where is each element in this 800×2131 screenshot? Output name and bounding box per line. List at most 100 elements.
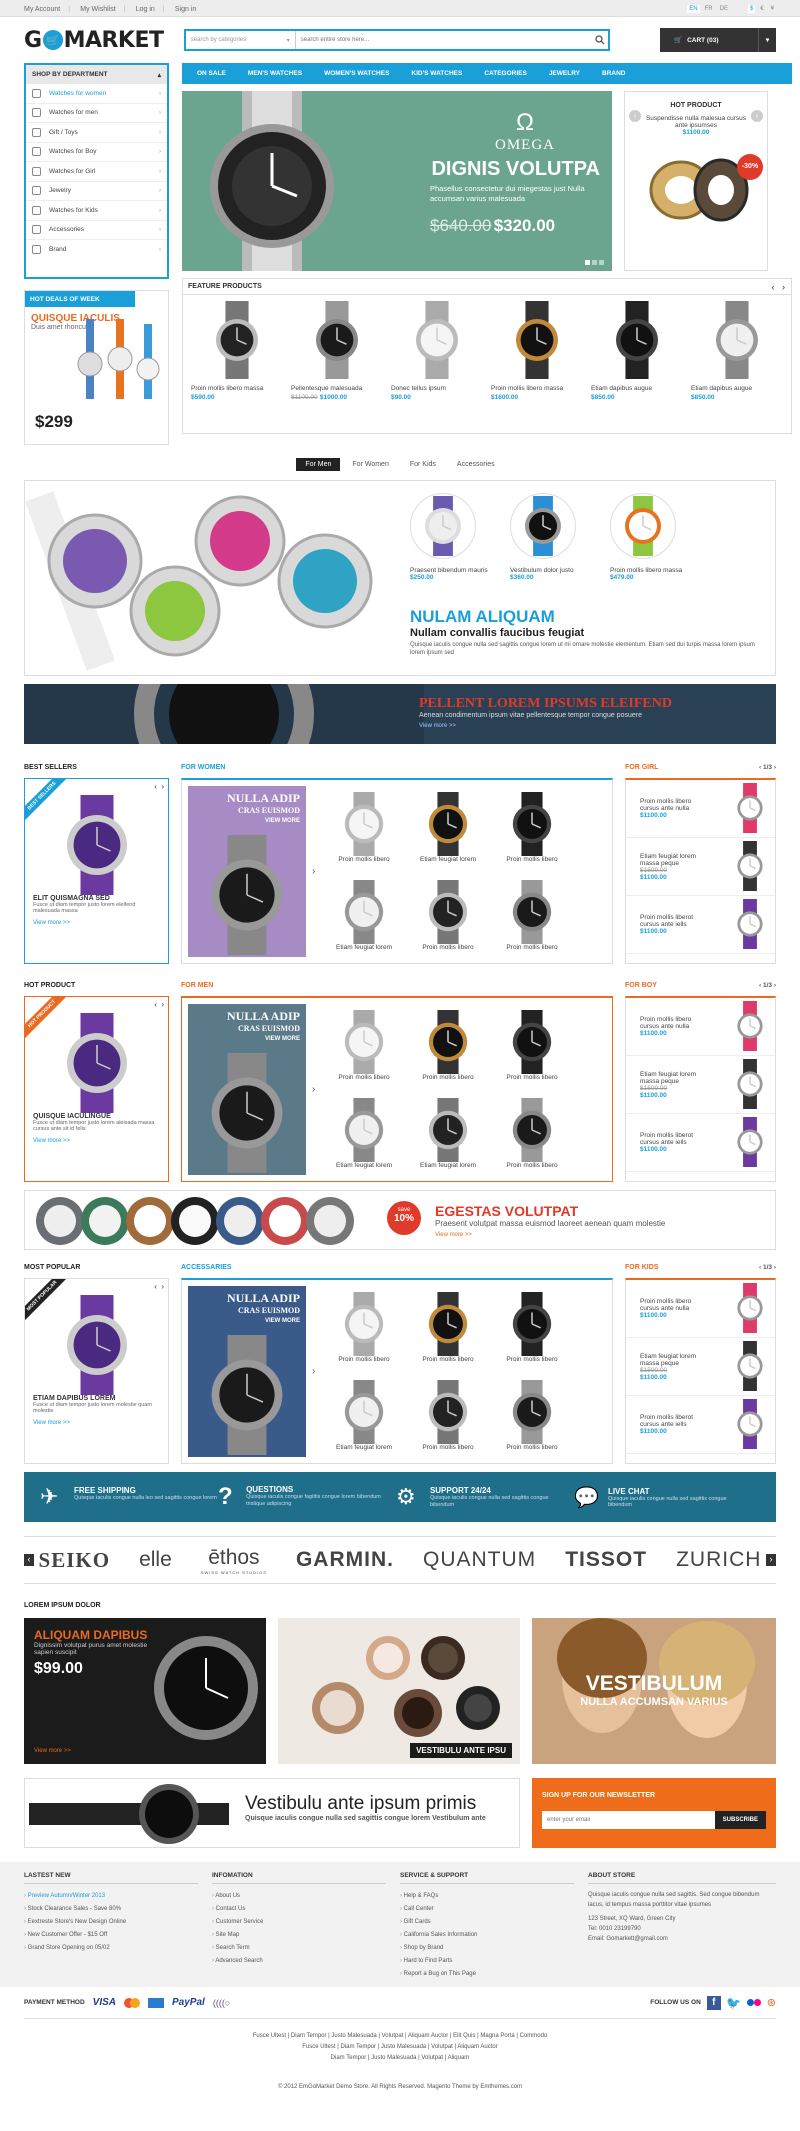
menu-kids-watches[interactable]: KID'S WATCHES [400,70,473,77]
search-input[interactable] [295,31,592,49]
product-item[interactable]: Donec tellus ipsum $90.00 [387,301,487,401]
banner-vestibulum[interactable]: VESTIBULUM NULLA ACCUMSAN VARIUS [532,1618,776,1764]
grid-product[interactable]: Proin mollis libero [322,792,406,863]
lang-de[interactable]: DE [718,5,730,13]
category-promo[interactable]: NULLA ADIP CRAS EUISMOD VIEW MORE [188,1004,306,1175]
side-product[interactable]: Etiam feugiat lorem massa peque $1500.00… [626,1338,775,1396]
search-button[interactable] [592,32,608,48]
chevron-left-icon[interactable]: ‹ [771,282,774,292]
footer-link[interactable]: Gift Cards [400,1916,574,1929]
grid-product[interactable]: Proin mollis libero [490,1010,574,1081]
tab-accessories[interactable]: Accessories [448,458,504,471]
footer-link[interactable]: Contact Us [212,1903,386,1916]
facebook-icon[interactable]: f [706,1995,721,2010]
brand-zurich[interactable]: ZURICH [676,1548,761,1572]
footer-link[interactable]: Site Map [212,1929,386,1942]
search-category-select[interactable]: search by categories ▾ [186,31,296,49]
banner-vestibulu[interactable]: VESTIBULU ANTE IPSU [278,1618,520,1764]
dept-item[interactable]: Jewelry › [26,182,167,201]
side-product[interactable]: Proin mollis liberot cursus ante iells $… [626,896,775,954]
view-more-link[interactable]: View more >> [33,920,160,926]
my-wishlist-link[interactable]: My Wishlist [80,6,115,13]
promo-view-more[interactable]: VIEW MORE [194,818,300,824]
footer-link[interactable]: Search Term [212,1942,386,1955]
footer-link[interactable]: Report a Bug on This Page [400,1968,574,1981]
brand-garmin[interactable]: GARMIN. [296,1548,394,1572]
chevron-down-icon[interactable]: ▾ [757,28,776,52]
menu-brand[interactable]: BRAND [591,70,636,77]
dept-item[interactable]: Watches for men › [26,104,167,123]
service-free-shipping[interactable]: ✈ FREE SHIPPING Quisque iaculis congue nul… [40,1484,218,1510]
currency-yen[interactable]: ¥ [769,5,776,13]
hero-slider[interactable]: Ω OMEGA DIGNIS VOLUTPA Phasellus consect… [182,91,612,271]
tab-for-men[interactable]: For Men [296,457,341,471]
grid-product[interactable]: Proin mollis libero [490,792,574,863]
slider-dot[interactable] [599,260,604,265]
hot-deals-content[interactable]: QUISQUE IACULIS Duis amet rhoncus $299 [25,307,168,431]
chevron-right-icon[interactable]: › [774,764,776,771]
menu-jewelry[interactable]: JEWELRY [538,70,591,77]
rss-icon[interactable]: ⊛ [767,1996,776,2009]
featured-product[interactable]: BEST SELLERS ‹ › ELIT QUISMAGNA SED Fusc… [24,778,169,964]
side-product[interactable]: Proin mollis libero cursus ante nulla $1… [626,780,775,838]
chevron-right-icon[interactable]: › [161,1282,164,1291]
chevron-right-icon[interactable]: › [312,998,322,1181]
about-email[interactable]: Email: Gomarkett@gmail.com [588,1934,776,1944]
view-more-link[interactable]: View more >> [33,1420,160,1426]
side-product[interactable]: Proin mollis libero cursus ante nulla $1… [626,1280,775,1338]
footer-link[interactable]: Preview Autumn/Winter 2013 [24,1890,198,1903]
featured-product[interactable]: HOT PRODUCT ‹ › QUISQUE IACULINGUE Fusce… [24,996,169,1182]
grid-product[interactable]: Etiam feugiat lorem [322,1379,406,1451]
side-product[interactable]: Proin mollis liberot cursus ante iells $… [626,1396,775,1454]
chevron-left-icon[interactable]: ‹ [154,1000,157,1009]
footer-link[interactable]: New Customer Offer - $15 Off [24,1929,198,1942]
service-live-chat[interactable]: 💬 LIVE CHAT Quisque iaculis congue nulla s… [574,1485,752,1510]
showcase-product[interactable]: Praesent bibendum mauris $250.00 [410,493,488,581]
service-questions[interactable]: ? QUESTIONS Quisque iaculis congue fagitti… [218,1483,396,1511]
grid-product[interactable]: Proin mollis libero [322,1010,406,1081]
product-item[interactable]: Etiam dapibus augue $850.00 [587,301,687,401]
slider-dot[interactable] [592,260,597,265]
chevron-left-icon[interactable]: ‹ [154,1282,157,1291]
chevron-left-icon[interactable]: ‹ [759,982,761,989]
twitter-icon[interactable]: 🐦 [726,1996,741,2010]
grid-product[interactable]: Etiam feugiat lorem [406,792,490,863]
grid-product[interactable]: Etiam feugiat lorem [322,1097,406,1169]
product-item[interactable]: Proin mollis libero massa $1600.00 [487,301,587,401]
view-more-link[interactable]: View more >> [33,1138,160,1144]
grid-product[interactable]: Proin mollis libero [406,1010,490,1081]
footer-link[interactable]: Customer Service [212,1916,386,1929]
currency-eur[interactable]: € [758,5,765,13]
banner-aliquam[interactable]: ALIQUAM DAPIBUS Dignissim volutpat purus… [24,1618,266,1764]
footer-link[interactable]: Call Center [400,1903,574,1916]
footer-link[interactable]: Stock Clearance Sales - Save 80% [24,1903,198,1916]
chevron-right-icon[interactable]: › [774,1264,776,1271]
chevron-left-icon[interactable]: ‹ [24,1554,34,1566]
chevron-left-icon[interactable]: ‹ [759,1264,761,1271]
footer-link-row[interactable]: Diam Tempor | Justo Malesuada | Volutpat… [24,2053,776,2064]
grid-product[interactable]: Proin mollis libero [406,879,490,951]
brand-ethos[interactable]: ēthos SWISS WATCH STUDIOS [201,1546,267,1575]
hot-product-box[interactable]: ‹ › HOT PRODUCT Suspendisse nulla malesu… [624,91,768,271]
product-item[interactable]: Etiam dapibus augue $850.00 [687,301,787,401]
grid-product[interactable]: Proin mollis libero [490,879,574,951]
chevron-right-icon[interactable]: › [312,780,322,963]
chevron-left-icon[interactable]: ‹ [154,782,157,791]
subscribe-button[interactable]: SUBSCRIBE [714,1811,766,1829]
menu-on-sale[interactable]: ON SALE [186,70,237,77]
side-product[interactable]: Etiam feugiat lorem massa peque $1500.00… [626,838,775,896]
dept-item[interactable]: Brand › [26,240,167,260]
promo-banner-watches[interactable]: save 10% EGESTAS VOLUTPAT Praesent volut… [24,1190,776,1250]
promo-view-more[interactable]: VIEW MORE [194,1036,300,1042]
signin-link[interactable]: Sign in [175,6,196,13]
view-more-link[interactable]: View more >> [419,723,672,729]
chevron-left-icon[interactable]: ‹ [629,110,641,122]
currency-usd[interactable]: $ [747,4,756,13]
brand-seiko[interactable]: SEIKO [39,1548,111,1573]
tab-for-women[interactable]: For Women [343,458,397,471]
dept-item[interactable]: Watches for Boy › [26,143,167,162]
grid-product[interactable]: Proin mollis libero [490,1292,574,1363]
footer-link[interactable]: About Us [212,1890,386,1903]
menu-mens-watches[interactable]: MEN'S WATCHES [237,70,313,77]
footer-link[interactable]: Eextreste Store's New Design Online [24,1916,198,1929]
